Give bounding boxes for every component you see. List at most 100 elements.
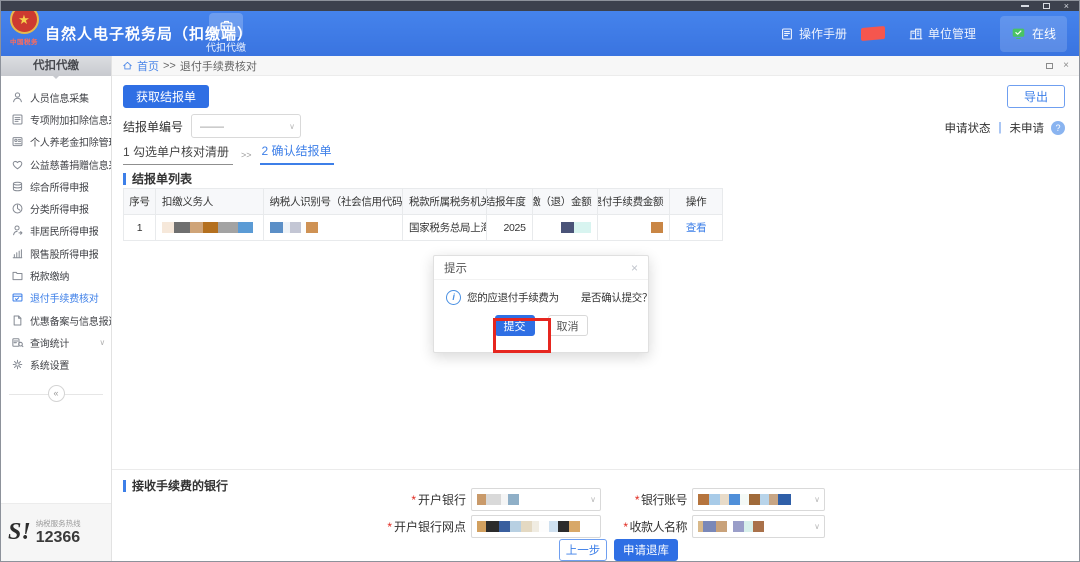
home-icon bbox=[123, 61, 132, 70]
dialog-title: 提示 bbox=[444, 262, 467, 275]
dialog-body: i 您的应退付手续费为 是否确认提交？ bbox=[434, 280, 653, 305]
apply-refund-button[interactable]: 申请退库 bbox=[614, 539, 678, 561]
required-mark: * bbox=[411, 493, 416, 507]
payee-select[interactable]: ∨ bbox=[692, 515, 825, 538]
bank-form-row-1: * 开户银行 ∨ * 银行账号 ∨ bbox=[312, 488, 825, 511]
org-management-label: 单位管理 bbox=[927, 27, 976, 41]
help-icon[interactable]: ? bbox=[1051, 121, 1065, 135]
branch-input[interactable] bbox=[471, 515, 601, 538]
payee-value-redacted bbox=[698, 521, 764, 532]
status-value: 未申请 bbox=[1009, 123, 1045, 135]
panel-restore-icon[interactable] bbox=[1046, 62, 1054, 69]
bank-value-redacted bbox=[477, 494, 519, 505]
sidebar-header: 代扣代缴 bbox=[1, 56, 111, 79]
dialog-header: 提示 × bbox=[434, 256, 648, 280]
step-2-tab[interactable]: 2 确认结报单 bbox=[259, 142, 334, 165]
bottom-divider bbox=[112, 469, 1079, 470]
manual-label: 操作手册 bbox=[798, 27, 847, 41]
panel-close-icon[interactable]: × bbox=[1063, 60, 1069, 71]
tab-withholding-label: 代扣代缴 bbox=[206, 43, 246, 54]
sidebar-item-special-deduction[interactable]: 专项附加扣除信息采集 bbox=[1, 108, 111, 130]
report-number-select[interactable]: —— ∨ bbox=[191, 114, 302, 138]
restricted-stock-icon bbox=[12, 248, 23, 259]
tab-withholding[interactable]: 代扣代缴 bbox=[199, 13, 253, 54]
manual-button[interactable]: 操作手册 bbox=[780, 25, 847, 42]
dialog-close-icon[interactable]: × bbox=[631, 261, 638, 275]
fee-refund-icon bbox=[12, 293, 23, 302]
sidebar-item-preferential-filing[interactable]: 优惠备案与信息报送 ∨ bbox=[1, 309, 111, 331]
online-status[interactable]: 在线 bbox=[999, 15, 1067, 52]
cell-refund-fee-redacted bbox=[598, 215, 671, 240]
sidebar-item-restricted-stock[interactable]: 限售股所得申报 bbox=[1, 242, 111, 264]
account-label: * 银行账号 bbox=[634, 493, 688, 507]
item-label: 专项附加扣除信息采集 bbox=[30, 115, 111, 127]
tax-bureau-logo: ★ 中国税务 bbox=[7, 5, 41, 46]
fetch-report-button[interactable]: 获取结报单 bbox=[123, 85, 210, 108]
export-button[interactable]: 导出 bbox=[1006, 85, 1065, 108]
sidebar-item-fee-refund-check[interactable]: 退付手续费核对 bbox=[1, 287, 111, 309]
deduction-list-icon bbox=[12, 114, 23, 125]
app-header: ★ 中国税务 自然人电子税务局（扣缴端） 代扣代缴 操作手册 单位管理 在线 bbox=[1, 5, 1079, 56]
item-label: 非居民所得申报 bbox=[30, 227, 99, 239]
step-1-tab[interactable]: 1 勾选单户核对清册 bbox=[123, 143, 234, 165]
item-label: 税款缴纳 bbox=[30, 272, 70, 284]
chevron-down-icon: ∨ bbox=[814, 522, 820, 531]
sidebar-item-comprehensive-income[interactable]: 综合所得申报 bbox=[1, 175, 111, 197]
account-value-redacted bbox=[698, 494, 791, 505]
restore-icon[interactable] bbox=[1042, 3, 1050, 9]
red-flag-icon bbox=[860, 25, 885, 42]
breadcrumb-current: 退付手续费核对 bbox=[179, 60, 257, 73]
sidebar-item-charity-donation[interactable]: 公益慈善捐赠信息采集 bbox=[1, 153, 111, 175]
item-label: 系统设置 bbox=[30, 361, 70, 373]
breadcrumb-home[interactable]: 首页 bbox=[137, 58, 159, 74]
report-table: 序号 扣缴义务人 纳税人识别号（社会信用代码） 税款所属税务机关 结报年度 实缴… bbox=[123, 188, 723, 241]
col-withholding-agent: 扣缴义务人 bbox=[156, 189, 264, 214]
bank-select[interactable]: ∨ bbox=[471, 488, 601, 511]
col-tax-authority: 税款所属税务机关 bbox=[403, 189, 487, 214]
chevron-down-icon: ∨ bbox=[590, 495, 596, 504]
previous-step-button[interactable]: 上一步 bbox=[559, 539, 607, 561]
donation-icon bbox=[12, 160, 23, 169]
minimize-icon[interactable] bbox=[1020, 5, 1029, 7]
breadcrumb: 首页 >> 退付手续费核对 × bbox=[112, 56, 1079, 76]
sidebar: 代扣代缴 人员信息采集 专项附加扣除信息采集 个人养老金扣除管理 公益慈善捐赠信… bbox=[1, 56, 112, 561]
info-icon: i bbox=[446, 290, 461, 305]
sidebar-item-tax-payment[interactable]: 税款缴纳 bbox=[1, 264, 111, 286]
cancel-button[interactable]: 取消 bbox=[547, 315, 588, 336]
status-divider: | bbox=[998, 122, 1002, 134]
bank-label: * 开户银行 bbox=[411, 493, 466, 507]
hotline-block: S! 纳税服务热线 12366 bbox=[1, 503, 111, 561]
preferential-icon bbox=[13, 315, 22, 326]
submit-button[interactable]: 提交 bbox=[494, 315, 535, 336]
document-icon bbox=[782, 27, 792, 40]
sidebar-item-pension-deduction[interactable]: 个人养老金扣除管理 bbox=[1, 131, 111, 153]
chevron-down-icon: ∨ bbox=[99, 315, 105, 325]
sidebar-item-nonresident-income[interactable]: 非居民所得申报 bbox=[1, 220, 111, 242]
cell-report-year: 2025 bbox=[487, 215, 533, 240]
sidebar-item-system-settings[interactable]: 系统设置 bbox=[1, 354, 111, 376]
collapse-sidebar-button[interactable]: « bbox=[47, 385, 65, 403]
required-mark: * bbox=[387, 520, 392, 534]
logo-caption: 中国税务 bbox=[10, 39, 38, 46]
sidebar-item-query-statistics[interactable]: 查询统计 ∨ bbox=[1, 331, 111, 353]
folder-icon bbox=[12, 271, 23, 281]
table-header-row: 序号 扣缴义务人 纳税人识别号（社会信用代码） 税款所属税务机关 结报年度 实缴… bbox=[124, 189, 722, 214]
hotline-label: 纳税服务热线 bbox=[35, 519, 81, 528]
item-label: 退付手续费核对 bbox=[30, 294, 99, 306]
org-management-button[interactable]: 单位管理 bbox=[909, 25, 976, 42]
item-label: 综合所得申报 bbox=[30, 182, 89, 194]
sidebar-item-personnel-info[interactable]: 人员信息采集 bbox=[1, 86, 111, 108]
close-icon[interactable]: × bbox=[1064, 1, 1069, 11]
steps-separator: >> bbox=[241, 150, 252, 160]
chevron-down-icon: ∨ bbox=[289, 121, 296, 131]
account-select[interactable]: ∨ bbox=[692, 488, 825, 511]
classified-income-icon bbox=[12, 203, 23, 214]
report-number-row: 结报单编号 —— ∨ bbox=[123, 114, 302, 138]
breadcrumb-separator: >> bbox=[163, 59, 176, 72]
item-label: 分类所得申报 bbox=[30, 205, 89, 217]
view-link[interactable]: 查看 bbox=[686, 220, 707, 235]
cell-withholding-agent-redacted bbox=[156, 215, 264, 240]
required-mark: * bbox=[623, 520, 628, 534]
star-icon: ★ bbox=[18, 12, 30, 27]
sidebar-item-classified-income[interactable]: 分类所得申报 bbox=[1, 197, 111, 219]
